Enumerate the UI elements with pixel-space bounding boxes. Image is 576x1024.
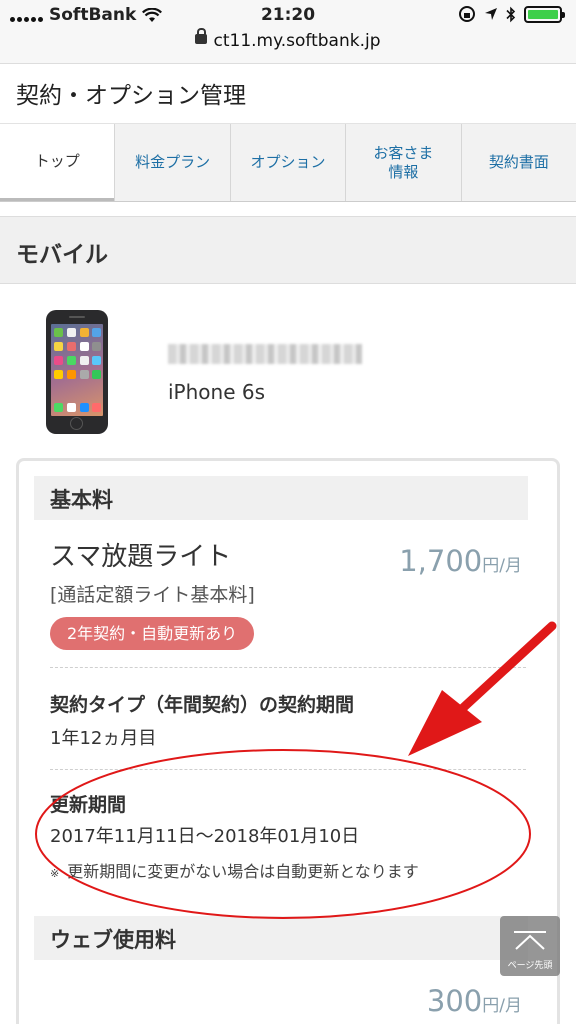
contract-type-value: 1年12ヵ月目 [50,728,157,749]
plan-subtitle: [通話定額ライト基本料] [50,584,255,606]
tab-customer-info[interactable]: お客さま 情報 [345,124,461,201]
device-model: iPhone 6s [168,380,266,404]
plan-price-unit: 円/月 [482,556,522,576]
scroll-to-top-label: ページ先頭 [507,961,553,971]
location-icon [485,8,497,20]
lock-icon [195,28,208,44]
chevron-up-icon [514,931,546,950]
page-header: 契約・オプション管理 [0,64,576,124]
plan-name: スマ放題ライト [50,542,232,572]
renewal-label: 更新期間 [50,794,127,816]
renewal-note-text: 更新期間に変更がない場合は自動更新となります [67,862,419,881]
plan-price: 1,700円/月 [399,544,522,578]
web-fee-price-value: 300 [426,984,483,1018]
web-fee-price: 300円/月 [427,984,522,1018]
web-fee-heading: ウェブ使用料 [34,916,528,960]
battery-icon [524,5,565,23]
tab-options[interactable]: オプション [229,124,346,201]
web-fee-heading-text: ウェブ使用料 [50,928,176,952]
address-bar[interactable]: ct11.my.softbank.jp [0,28,576,51]
section-header: モバイル [0,216,576,284]
status-bar: SoftBank 21:20 ct11.my.softbank.jp [0,0,576,64]
scroll-to-top-button[interactable]: ページ先頭 [500,916,560,976]
plan-price-value: 1,700 [399,544,483,578]
rotation-lock-icon [459,6,475,22]
tab-rate-plan[interactable]: 料金プラン [114,124,230,201]
tab-contract-documents[interactable]: 契約書面 [460,124,576,201]
tab-bar: トップ 料金プラン オプション お客さま 情報 契約書面 [0,124,576,202]
renewal-note: ※ 更新期間に変更がない場合は自動更新となります [50,858,419,882]
bluetooth-icon [506,6,516,22]
url-text: ct11.my.softbank.jp [213,31,381,51]
renewal-value: 2017年11月11日〜2018年01月10日 [50,826,360,847]
divider [50,769,526,770]
basic-fee-heading: 基本料 [34,476,528,520]
note-mark: ※ [50,867,60,880]
device-image [46,310,108,434]
phone-number-redacted [168,344,362,364]
section-title: モバイル [16,242,108,268]
divider [50,667,526,668]
contract-type-label: 契約タイプ（年間契約）の契約期間 [50,694,355,716]
basic-fee-heading-text: 基本料 [50,488,113,512]
web-fee-price-unit: 円/月 [482,996,522,1016]
contract-badge: 2年契約・自動更新あり [50,617,255,650]
page-title: 契約・オプション管理 [16,83,246,109]
tab-top[interactable]: トップ [0,124,115,201]
